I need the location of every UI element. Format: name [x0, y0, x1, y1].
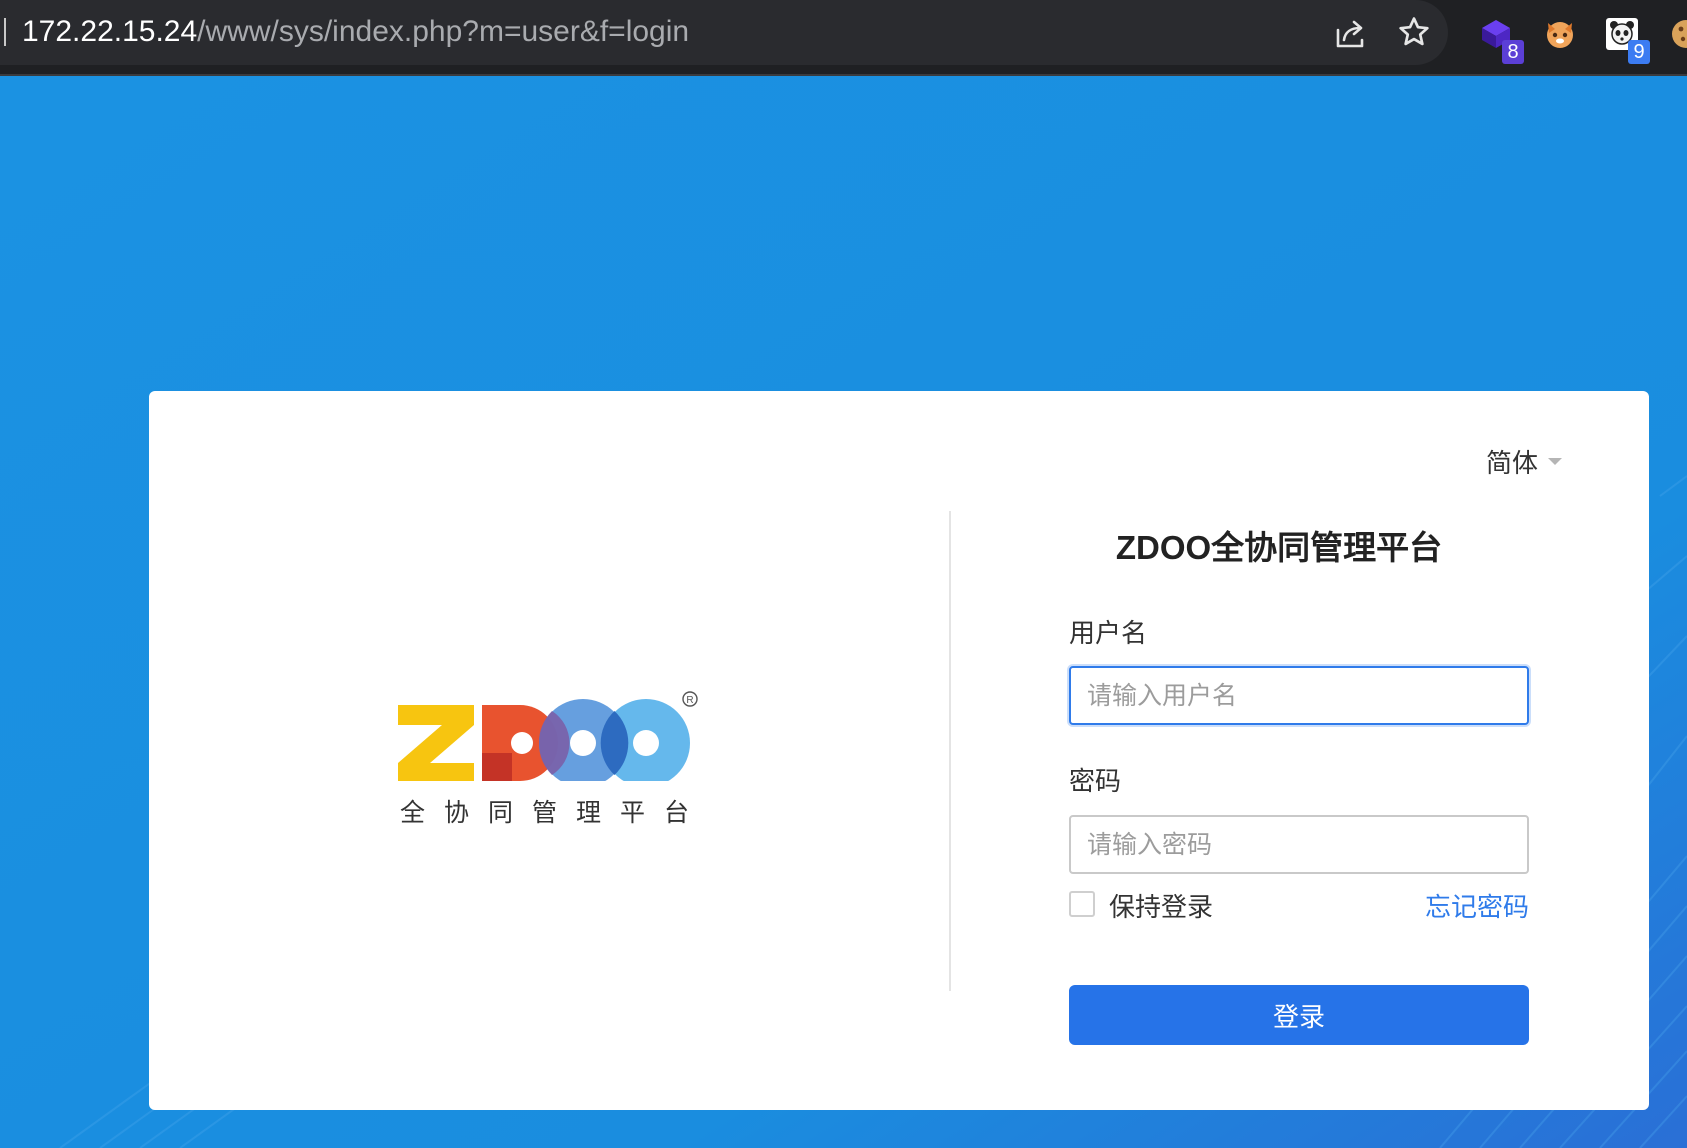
purple-cube-extension-icon[interactable]: 8: [1474, 12, 1524, 64]
login-button[interactable]: 登录: [1069, 985, 1529, 1045]
panda-extension-icon[interactable]: 9: [1600, 12, 1650, 64]
remember-label[interactable]: 保持登录: [1109, 887, 1213, 924]
remember-row: 保持登录 忘记密码: [1069, 887, 1529, 924]
username-label: 用户名: [1069, 619, 1148, 649]
zdoo-logo: R 全协同管理平台: [398, 681, 698, 841]
caret-down-icon: [1548, 458, 1563, 465]
password-input[interactable]: [1069, 815, 1529, 874]
logo-subtitle: 全协同管理平台: [400, 798, 709, 827]
password-label: 密码: [1069, 767, 1122, 797]
share-icon[interactable]: [1330, 14, 1370, 54]
text-caret: [4, 18, 6, 46]
bookmark-star-icon[interactable]: [1394, 12, 1434, 52]
browser-toolbar: 172.22.15.24/www/sys/index.php?m=user&f=…: [0, 0, 1687, 76]
card-divider: [949, 511, 951, 991]
language-selector[interactable]: 简体: [1486, 443, 1563, 480]
extension-badge: 9: [1628, 40, 1650, 64]
login-card: 简体 R 全协同管理平台 ZDOO全协同管理平台 用户名 请输入用户名 密码 保…: [149, 391, 1649, 1110]
cookie-extension-icon[interactable]: [1664, 12, 1687, 56]
orange-fox-extension-icon[interactable]: [1538, 12, 1582, 56]
url-host: 172.22.15.24: [22, 15, 198, 48]
url-path: /www/sys/index.php?m=user&f=login: [197, 15, 690, 48]
svg-text:R: R: [686, 695, 693, 706]
language-label: 简体: [1486, 449, 1539, 479]
address-bar[interactable]: 172.22.15.24/www/sys/index.php?m=user&f=…: [0, 0, 1448, 65]
username-input[interactable]: [1069, 666, 1529, 725]
extension-badge: 8: [1502, 40, 1524, 64]
zdoo-logo-mark-icon: R: [398, 691, 698, 781]
remember-checkbox[interactable]: [1069, 891, 1095, 917]
form-title: ZDOO全协同管理平台: [1115, 529, 1443, 566]
forgot-password-link[interactable]: 忘记密码: [1425, 887, 1529, 924]
url-text[interactable]: 172.22.15.24/www/sys/index.php?m=user&f=…: [22, 13, 689, 51]
